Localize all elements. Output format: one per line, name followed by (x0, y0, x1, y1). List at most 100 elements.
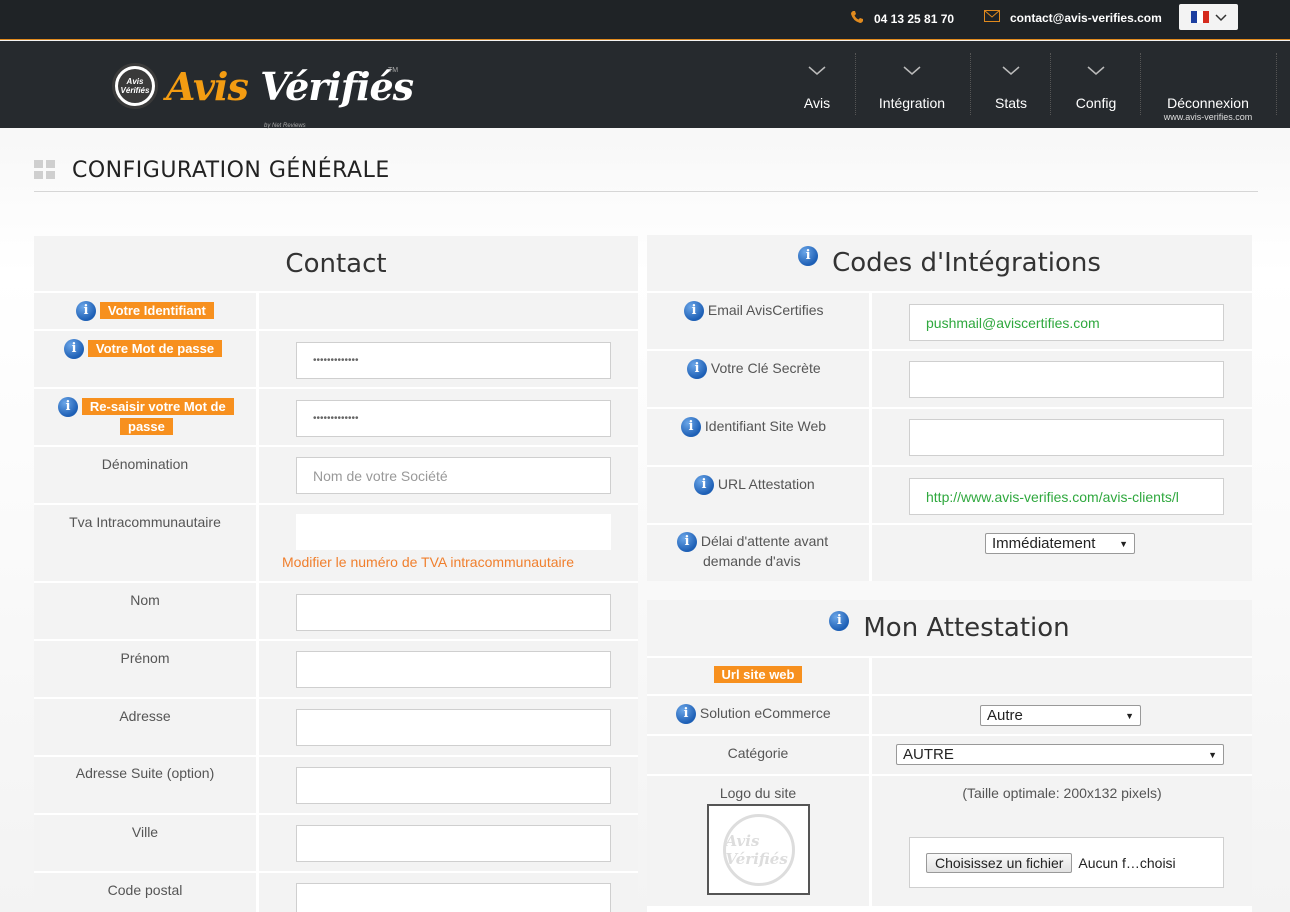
logo-byline: by Net Reviews (264, 123, 306, 129)
row-tva: Tva Intracommunautaire Modifier le numér… (34, 505, 638, 581)
chevron-down-icon (1002, 66, 1020, 75)
attestation-panel: i Mon Attestation Url site web i Solutio… (647, 600, 1252, 912)
nav-stats[interactable]: Stats (985, 41, 1037, 128)
logo[interactable]: Avis Vérifiés Avis Vérifiés TM by Net Re… (112, 63, 414, 129)
attestation-header: i Mon Attestation (647, 600, 1252, 656)
dropdown-arrow-icon: ▼ (1208, 749, 1217, 760)
phone-contact[interactable]: 04 13 25 81 70 (850, 10, 954, 27)
nav-avis-label: Avis (803, 95, 831, 111)
ecommerce-selected-value: Autre (987, 707, 1023, 724)
ville-input[interactable] (296, 825, 611, 862)
codes-title: Codes d'Intégrations (832, 248, 1101, 278)
info-icon[interactable]: i (798, 246, 819, 266)
categorie-select[interactable]: AUTRE ▼ (896, 744, 1224, 765)
row-ecommerce: i Solution eCommerce Autre ▼ (647, 696, 1252, 734)
repassword-label: Re-saisir votre Mot de (81, 398, 234, 415)
fr-flag-icon (1190, 11, 1209, 23)
info-icon[interactable]: i (76, 301, 96, 322)
info-icon[interactable]: i (677, 532, 697, 553)
email-address: contact@avis-verifies.com (1010, 10, 1162, 25)
row-repassword: i Re-saisir votre Mot de passe •••••••••… (34, 389, 638, 445)
secret-label: Votre Clé Secrète (710, 360, 821, 376)
url-label: URL Attestation (717, 476, 815, 492)
tva-modify-link[interactable]: Modifier le numéro de TVA intracommunaut… (282, 554, 574, 570)
tva-label: Tva Intracommunautaire (69, 514, 221, 530)
language-selector[interactable] (1179, 4, 1238, 30)
dropdown-arrow-icon: ▼ (1119, 538, 1128, 549)
info-icon[interactable]: i (687, 359, 707, 380)
code-postal-input[interactable] (296, 883, 611, 912)
row-delay: i Délai d'attente avant demande d'avis I… (647, 525, 1252, 581)
url-input[interactable]: http://www.avis-verifies.com/avis-client… (909, 478, 1224, 515)
denomination-input[interactable]: Nom de votre Société (296, 457, 611, 494)
denomination-label: Dénomination (101, 456, 189, 472)
row-secret: i Votre Clé Secrète (647, 351, 1252, 407)
ecommerce-select[interactable]: Autre ▼ (980, 705, 1141, 726)
adresse-suite-input[interactable] (296, 767, 611, 804)
delay-select[interactable]: Immédiatement ▼ (985, 533, 1135, 554)
prenom-label: Prénom (120, 650, 170, 666)
row-identifiant: i Votre Identifiant (34, 293, 638, 329)
phone-icon (850, 10, 864, 27)
logo-badge: Avis Vérifiés (112, 63, 158, 109)
info-icon[interactable]: i (64, 339, 84, 360)
adresse-label: Adresse (119, 708, 171, 724)
logo-label: Logo du site (719, 785, 797, 801)
row-url-site: Url site web (647, 658, 1252, 694)
nav-deconnexion[interactable]: Déconnexion www.avis-verifies.com (1160, 41, 1256, 128)
info-icon[interactable]: i (829, 611, 850, 631)
adresse-suite-label: Adresse Suite (option) (75, 765, 215, 781)
nav-avis[interactable]: Avis (792, 41, 842, 128)
row-logo: Logo du site Avis Vérifiés (Taille optim… (647, 776, 1252, 906)
categorie-selected-value: AUTRE (903, 746, 954, 763)
password-input[interactable]: ••••••••••••• (296, 342, 611, 379)
site-id-input[interactable] (909, 419, 1224, 456)
delay-label: Délai d'attente avant (700, 533, 829, 549)
nom-label: Nom (130, 592, 160, 608)
logo-preview: Avis Vérifiés (707, 804, 810, 895)
row-nom: Nom (34, 583, 638, 639)
nav-site-url: www.avis-verifies.com (1163, 112, 1253, 122)
page-title-bar: CONFIGURATION GÉNÉRALE (34, 154, 1258, 192)
prenom-input[interactable] (296, 651, 611, 688)
nav-config[interactable]: Config (1069, 41, 1123, 128)
nav-stats-label: Stats (995, 95, 1027, 111)
logo-file-field[interactable]: Choisissez un fichier Aucun f…choisi (909, 837, 1224, 888)
secret-input[interactable] (909, 361, 1224, 398)
nav-deconnexion-label: Déconnexion (1167, 95, 1249, 111)
email-contact[interactable]: contact@avis-verifies.com (984, 10, 1162, 25)
repassword-input[interactable]: ••••••••••••• (296, 400, 611, 437)
row-denomination: Dénomination Nom de votre Société (34, 447, 638, 503)
dropdown-arrow-icon: ▼ (1125, 710, 1134, 721)
info-icon[interactable]: i (676, 704, 696, 725)
tva-input (296, 514, 611, 550)
logo-wordmark: Avis Vérifiés (166, 63, 414, 109)
row-categorie: Catégorie AUTRE ▼ (647, 736, 1252, 774)
logo-tm: TM (388, 67, 399, 74)
code-postal-label: Code postal (107, 882, 183, 898)
envelope-icon (984, 10, 1000, 25)
row-url: i URL Attestation http://www.avis-verifi… (647, 467, 1252, 523)
grid-icon (34, 160, 56, 180)
info-icon[interactable]: i (694, 475, 714, 496)
info-icon[interactable]: i (684, 301, 704, 322)
password-label: Votre Mot de passe (87, 340, 223, 357)
nav-integration[interactable]: Intégration (872, 41, 952, 128)
info-icon[interactable]: i (681, 417, 701, 438)
email-input[interactable]: pushmail@aviscertifies.com (909, 304, 1224, 341)
ville-label: Ville (131, 824, 159, 840)
row-adresse: Adresse (34, 699, 638, 755)
adresse-input[interactable] (296, 709, 611, 746)
chevron-down-icon (1214, 9, 1227, 25)
file-status: Aucun f…choisi (1078, 854, 1176, 871)
row-email: i Email AvisCertifies pushmail@aviscerti… (647, 293, 1252, 349)
chevron-down-icon (1087, 66, 1105, 75)
nom-input[interactable] (296, 594, 611, 631)
url-site-label: Url site web (713, 666, 803, 683)
ecommerce-label: Solution eCommerce (699, 705, 831, 721)
info-icon[interactable]: i (58, 397, 78, 418)
logo-preview-badge: Avis Vérifiés (722, 813, 795, 886)
email-label: Email AvisCertifies (707, 302, 824, 318)
attestation-title: Mon Attestation (863, 613, 1070, 643)
choose-file-button[interactable]: Choisissez un fichier (926, 852, 1073, 873)
